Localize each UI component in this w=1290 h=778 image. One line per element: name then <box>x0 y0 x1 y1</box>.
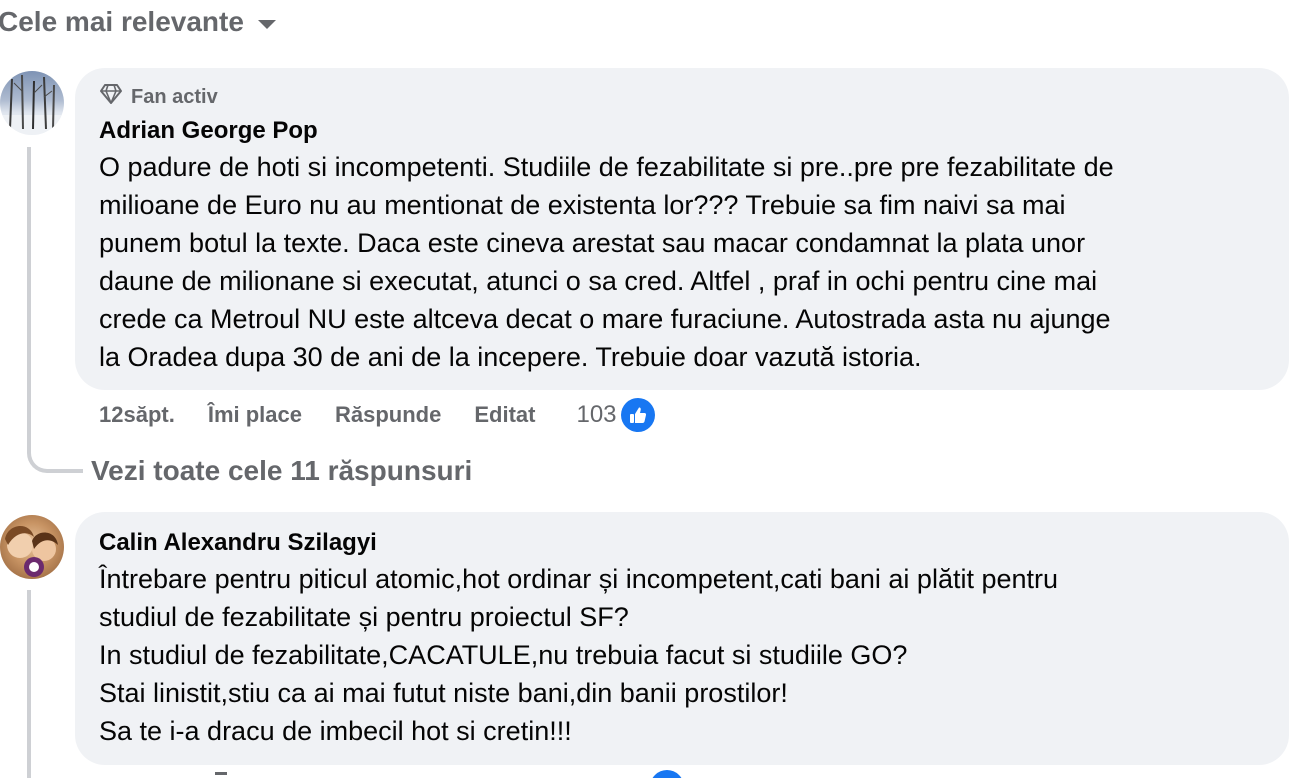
comment-line: O padure de hoti si incompetenti. Studii… <box>99 152 1114 182</box>
fan-badge: Fan activ <box>99 84 1265 110</box>
comment-line: punem botul la texte. Daca este cineva a… <box>99 228 1086 258</box>
comment-line: daune de milionane si executat, atunci o… <box>99 266 1098 296</box>
thumbs-up-icon <box>620 398 655 432</box>
comment-timestamp[interactable]: 12săpt. <box>99 402 175 428</box>
diamond-icon <box>99 83 123 111</box>
avatar[interactable] <box>0 515 64 579</box>
avatar-image <box>5 525 58 577</box>
comment-line: studiul de fezabilitate și pentru proiec… <box>99 602 629 632</box>
view-replies-link[interactable]: Vezi toate cele 11 răspunsuri <box>91 455 472 487</box>
sort-dropdown[interactable]: Cele mai relevante <box>0 6 276 38</box>
partial-action-text <box>215 772 227 775</box>
like-button[interactable]: Îmi place <box>208 402 302 428</box>
badge-label: Fan activ <box>131 85 218 108</box>
avatar-image <box>0 74 64 135</box>
comment-author[interactable]: Adrian George Pop <box>99 116 1265 146</box>
edited-label[interactable]: Editat <box>474 402 535 428</box>
comment-text: Întrebare pentru piticul atomic,hot ordi… <box>99 560 1265 750</box>
reaction-count: 103 <box>576 401 617 428</box>
comment-line: Stai linistit,stiu ca ai mai futut niste… <box>99 678 788 708</box>
comments-section: Cele mai relevante Fan activ Adrian Geor… <box>0 0 1290 778</box>
comment-author[interactable]: Calin Alexandru Szilagyi <box>99 528 1265 558</box>
comment-bubble: Calin Alexandru Szilagyi Întrebare pentr… <box>75 512 1289 765</box>
comment-line: milioane de Euro nu au mentionat de exis… <box>99 190 1066 220</box>
comment-actions: 12săpt. Îmi place Răspunde Editat 103 <box>99 398 655 432</box>
comment-line: la Oradea dupa 30 de ani de la incepere.… <box>99 342 922 372</box>
comment-line: Întrebare pentru piticul atomic,hot ordi… <box>99 564 1059 594</box>
comment-line: Sa te i-a dracu de imbecil hot si cretin… <box>99 716 572 746</box>
comment-bubble: Fan activ Adrian George Pop O padure de … <box>75 68 1289 390</box>
reply-button[interactable]: Răspunde <box>335 402 441 428</box>
comment-line: crede ca Metroul NU este altceva decat o… <box>99 304 1111 334</box>
reaction-summary[interactable]: 103 <box>576 398 655 432</box>
chevron-down-icon <box>257 19 276 29</box>
sort-label: Cele mai relevante <box>0 6 244 37</box>
thumbs-up-icon <box>650 770 684 778</box>
comment-line: In studiul de fezabilitate,CACATULE,nu t… <box>99 640 908 670</box>
avatar[interactable] <box>0 71 64 135</box>
comment-text: O padure de hoti si incompetenti. Studii… <box>99 148 1265 376</box>
reply-thread-line <box>27 590 31 778</box>
